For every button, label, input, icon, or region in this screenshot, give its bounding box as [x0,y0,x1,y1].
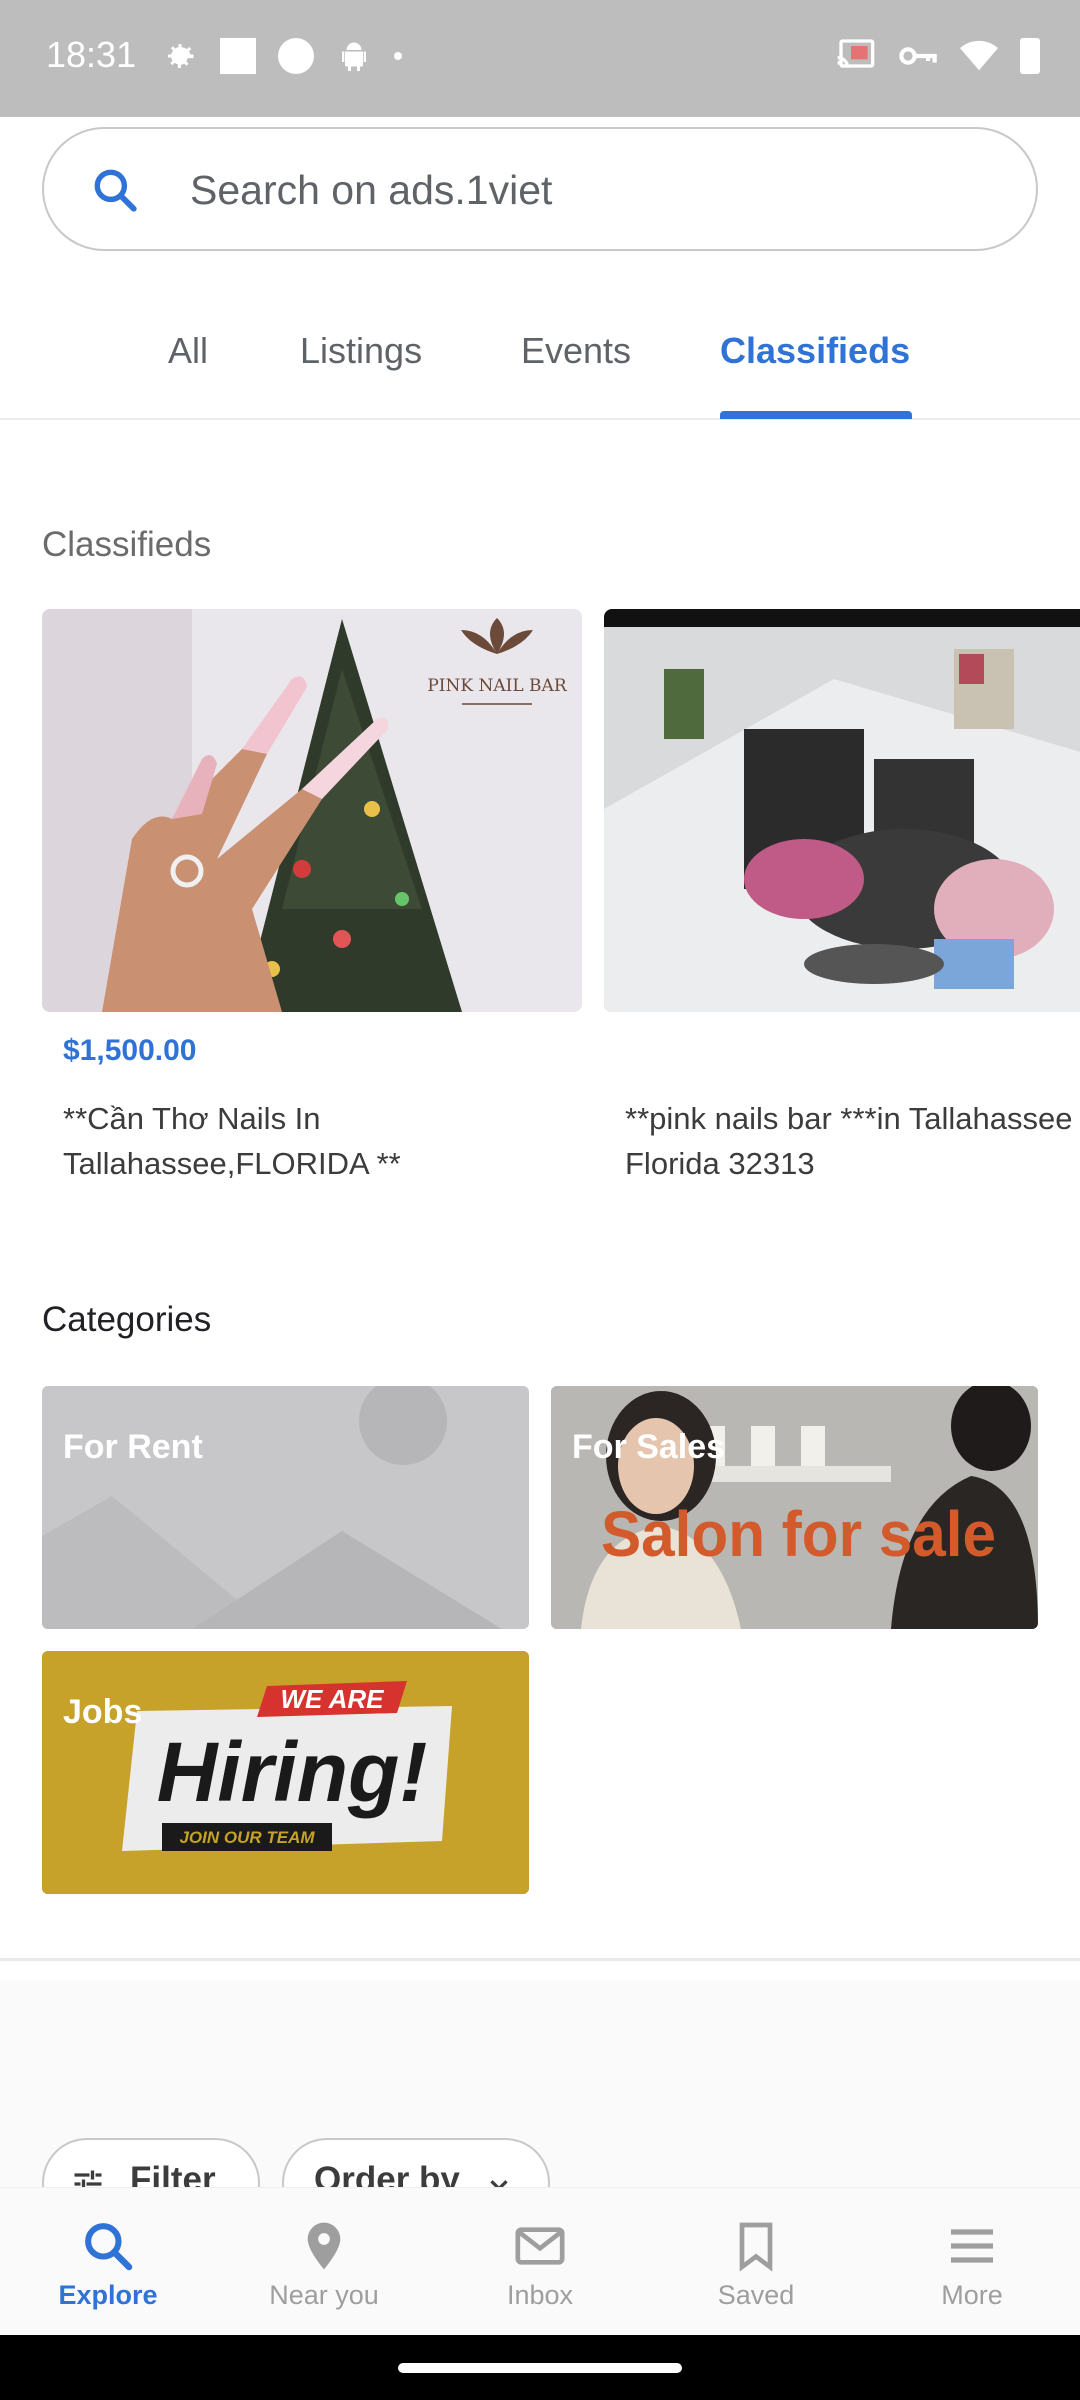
nav-saved[interactable]: Saved [648,2188,864,2336]
nav-explore-label: Explore [58,2280,158,2310]
cast-icon [837,39,875,68]
menu-icon [951,2229,993,2263]
classified-price-1: $1,500.00 [63,1034,197,1067]
salon-photo [604,609,1080,1012]
android-icon [342,42,366,71]
tab-active-indicator [720,411,912,419]
status-right-icons [836,38,1040,74]
mail-icon [515,2227,565,2265]
search-icon [94,169,137,212]
nav-inbox[interactable]: Inbox [432,2188,648,2336]
classified-card-image-1[interactable]: PINK NAIL BAR [42,609,582,1012]
vpn-key-icon [899,47,937,65]
tab-all[interactable]: All [168,330,208,372]
pink-nail-bar-logo: PINK NAIL BAR [427,676,567,696]
salon-for-sale-text: Salon for sale [601,1498,996,1570]
nav-saved-label: Saved [717,2280,795,2310]
hiring-text: Hiring! [157,1725,428,1819]
bottom-navigation: Explore Near you Inbox Saved More [0,2187,1080,2335]
search-input[interactable]: Search on ads.1viet [42,127,1038,251]
bookmark-icon [739,2222,773,2272]
category-for-rent[interactable]: For Rent [42,1386,529,1629]
nav-near-you[interactable]: Near you [216,2188,432,2336]
home-gesture-handle[interactable] [398,2363,682,2373]
classified-card-image-2[interactable] [604,609,1080,1012]
categories-section-title: Categories [42,1300,212,1339]
sync-icon [278,38,314,74]
more-notifications-dot [394,52,402,60]
image-placeholder-icon [42,1386,502,1629]
battery-icon [1020,38,1040,74]
location-pin-icon [307,2222,341,2270]
wifi-icon [960,40,998,71]
status-left-icons [162,38,402,74]
we-are-text: WE ARE [280,1684,384,1714]
tab-classifieds[interactable]: Classifieds [720,330,910,372]
category-jobs[interactable]: WE ARE Hiring! JOIN OUR TEAM Jobs [42,1651,529,1894]
category-label-for-sales: For Sales [572,1428,726,1466]
settings-icon [168,44,194,68]
search-placeholder: Search on ads.1viet [190,167,553,213]
nav-near-you-label: Near you [269,2280,379,2310]
join-our-team-text: JOIN OUR TEAM [179,1828,315,1847]
category-label-for-rent: For Rent [63,1428,203,1466]
category-label-jobs: Jobs [63,1693,143,1731]
status-time: 18:31 [46,34,137,75]
system-gesture-bar [0,2335,1080,2400]
nav-inbox-label: Inbox [506,2280,574,2310]
hiring-image: WE ARE Hiring! JOIN OUR TEAM [42,1651,529,1894]
nav-more-label: More [941,2280,1003,2310]
salon-for-sale-image: Salon for sale [551,1386,1038,1629]
notification-square-icon [220,38,256,74]
search-icon [85,2223,133,2271]
section-divider [0,1958,1080,1961]
nav-explore[interactable]: Explore [0,2188,216,2336]
classified-title-1[interactable]: **Cần Thơ Nails In Tallahassee,FLORIDA *… [63,1096,583,1186]
category-for-sales[interactable]: Salon for sale For Sales [551,1386,1038,1629]
nav-more[interactable]: More [864,2188,1080,2336]
tab-events[interactable]: Events [521,330,631,372]
classified-title-2[interactable]: **pink nails bar ***in Tallahassee Flori… [625,1096,1080,1186]
status-bar: 18:31 [0,0,1080,117]
classifieds-section-title: Classifieds [42,525,212,564]
nail-photo: PINK NAIL BAR [42,609,582,1012]
tab-bar: All Listings Events Classifieds [0,300,1080,420]
tab-listings[interactable]: Listings [300,330,422,372]
